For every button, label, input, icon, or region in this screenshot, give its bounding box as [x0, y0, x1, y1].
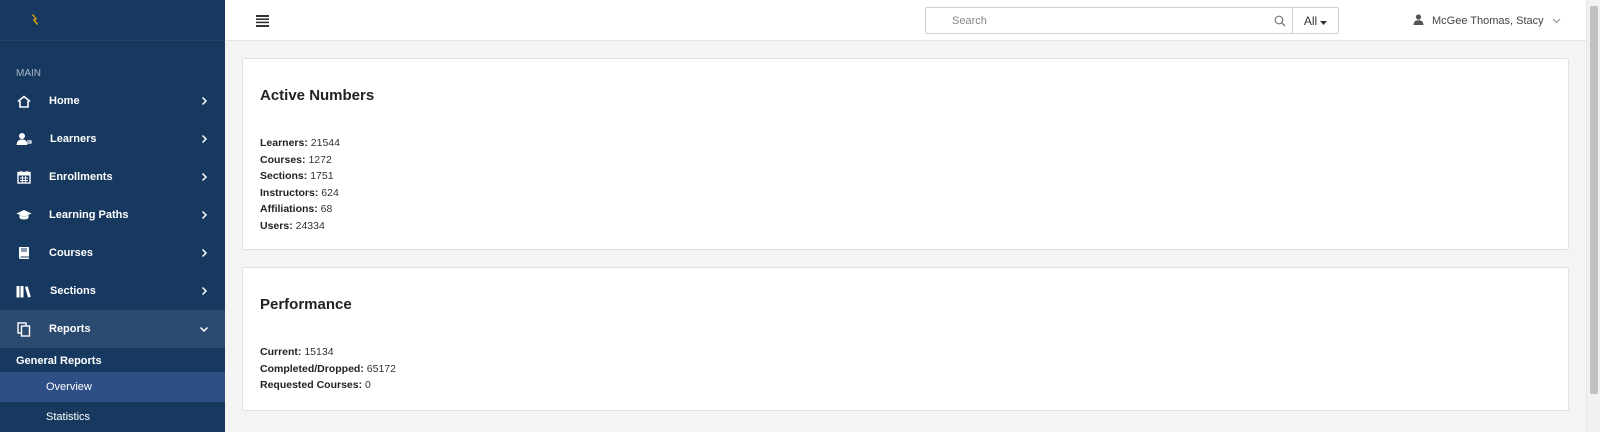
stat-value: 24334 — [295, 219, 325, 232]
stat-row: Completed/Dropped: 65172 — [260, 361, 396, 378]
stat-row: Sections: 1751 — [260, 168, 340, 185]
logo-bar[interactable] — [0, 0, 225, 41]
card-title: Performance — [260, 296, 352, 313]
stat-row: Users: 24334 — [260, 218, 340, 235]
stats-list: Current: 15134 Completed/Dropped: 65172 … — [260, 344, 396, 394]
chevron-right-icon — [199, 96, 209, 106]
submenu-item-statistics[interactable]: Statistics — [0, 402, 225, 432]
stat-value: 21544 — [310, 137, 340, 149]
books-icon — [16, 283, 32, 299]
performance-card: Performance Current: 15134 Completed/Dro… — [242, 267, 1569, 411]
chevron-right-icon — [199, 210, 209, 220]
sidebar-item-sections[interactable]: Sections — [0, 272, 225, 310]
sidebar-item-label: Learners — [50, 133, 97, 145]
sidebar-item-learners[interactable]: Learners — [0, 120, 225, 158]
submenu-header-general-reports: General Reports — [16, 355, 102, 367]
stat-label: Learners: — [260, 137, 308, 149]
search-icon[interactable] — [1270, 8, 1290, 33]
chevron-down-icon — [1552, 15, 1561, 27]
active-numbers-card: Active Numbers Learners: 21544 Courses: … — [242, 58, 1569, 250]
chevron-right-icon — [199, 286, 209, 296]
logo-icon — [28, 13, 42, 27]
card-title: Active Numbers — [260, 87, 375, 104]
stat-row: Instructors: 624 — [260, 185, 340, 202]
chevron-right-icon — [199, 134, 209, 144]
sidebar-item-courses[interactable]: Courses — [0, 234, 225, 272]
stat-value: 15134 — [304, 346, 334, 358]
sidebar-item-label: Reports — [49, 323, 91, 335]
search-filter-dropdown[interactable]: All — [1292, 8, 1338, 33]
stat-value: 0 — [365, 379, 371, 392]
submenu-item-overview[interactable]: Overview — [0, 372, 225, 402]
stat-label: Completed/Dropped: — [260, 362, 364, 375]
stat-value: 1272 — [308, 153, 332, 166]
sidebar-item-label: Sections — [50, 285, 96, 297]
user-icon — [1413, 13, 1424, 28]
sidebar-item-enrollments[interactable]: Enrollments — [0, 158, 225, 196]
search-input[interactable] — [926, 8, 1270, 33]
sidebar-item-learning-paths[interactable]: Learning Paths — [0, 196, 225, 234]
search-filter-label: All — [1303, 13, 1318, 28]
sidebar-item-label: Home — [49, 95, 80, 107]
user-name: McGee Thomas, Stacy — [1432, 14, 1544, 27]
stat-value: 1751 — [310, 170, 334, 183]
stat-label: Users: — [260, 219, 293, 232]
stat-label: Requested Courses: — [260, 379, 363, 392]
stat-label: Affiliations: — [260, 203, 318, 216]
stat-label: Instructors: — [260, 186, 319, 199]
main-content: Active Numbers Learners: 21544 Courses: … — [225, 41, 1586, 432]
hamburger-menu-icon[interactable] — [256, 14, 269, 27]
stats-list: Learners: 21544 Courses: 1272 Sections: … — [260, 135, 340, 235]
sidebar: MAIN Home Learners Enrollments Learning … — [0, 0, 225, 432]
graduation-cap-icon — [16, 207, 32, 223]
stat-value: 68 — [320, 203, 333, 216]
copy-icon — [16, 321, 32, 337]
stat-label: Current: — [260, 346, 302, 358]
stat-row: Current: 15134 — [260, 344, 396, 361]
stat-value: 624 — [321, 186, 339, 199]
app-window: MAIN Home Learners Enrollments Learning … — [0, 0, 1600, 432]
stat-label: Courses: — [260, 153, 306, 166]
sidebar-item-label: Enrollments — [49, 171, 113, 183]
stat-row: Courses: 1272 — [260, 152, 340, 169]
stat-row: Requested Courses: 0 — [260, 377, 396, 394]
scrollbar-thumb[interactable] — [1590, 6, 1598, 394]
search-bar: All — [925, 7, 1339, 34]
sidebar-item-label: Courses — [49, 247, 94, 259]
book-icon — [16, 245, 32, 261]
home-icon — [16, 93, 32, 109]
sidebar-item-reports[interactable]: Reports — [0, 310, 225, 348]
sidebar-item-home[interactable]: Home — [0, 82, 225, 120]
chevron-right-icon — [199, 172, 209, 182]
sidebar-item-label: Learning Paths — [49, 209, 129, 221]
chevron-down-icon — [199, 324, 209, 334]
stat-row: Learners: 21544 — [260, 135, 340, 152]
stat-label: Sections: — [260, 170, 308, 183]
user-menu[interactable]: McGee Thomas, Stacy — [1413, 0, 1561, 41]
vertical-scrollbar[interactable] — [1586, 0, 1600, 432]
stat-value: 65172 — [366, 362, 396, 375]
caret-down-icon — [1320, 14, 1328, 28]
chevron-right-icon — [199, 248, 209, 258]
top-bar: All McGee Thomas, Stacy — [225, 0, 1586, 41]
learner-icon — [16, 131, 32, 147]
stat-row: Affiliations: 68 — [260, 201, 340, 218]
calendar-icon — [16, 169, 32, 185]
